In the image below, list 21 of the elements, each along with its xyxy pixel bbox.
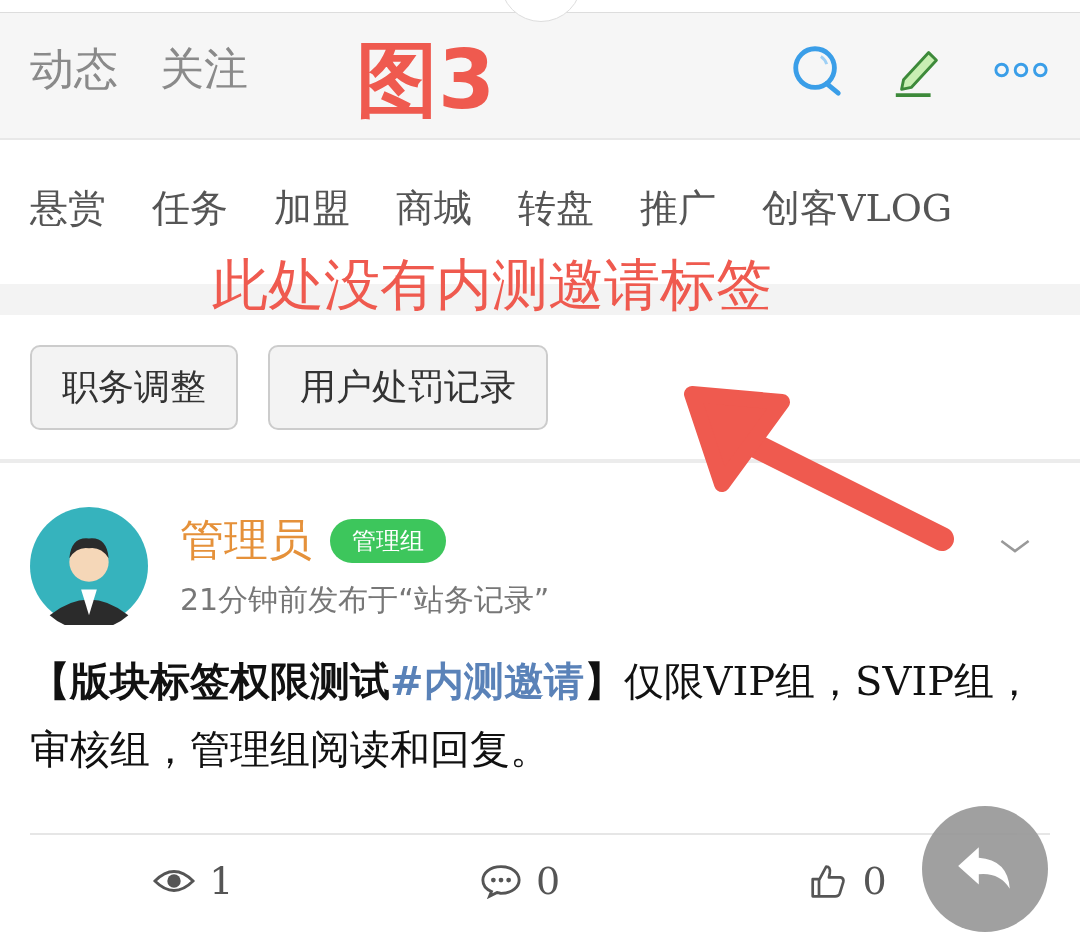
avatar-icon (30, 507, 148, 625)
stat-count: 0 (862, 859, 887, 903)
stat-count: 0 (535, 859, 561, 903)
action-button[interactable]: 职务调整 (30, 344, 238, 430)
annotation-note: 此处没有内测邀请标签 (212, 251, 772, 319)
category-tab[interactable]: 转盘 (518, 182, 594, 234)
topic-link[interactable]: #内测邀请 (390, 657, 584, 704)
post-text: 【版块标签权限测试#内测邀请】仅限VIP组，SVIP组，审核组，管理组阅读和回复。 (30, 656, 1036, 774)
post-meta: 21分钟前发布于“站务记录” (180, 581, 550, 619)
category-tab[interactable]: 悬赏 (30, 182, 106, 234)
category-tab[interactable]: 商城 (396, 182, 472, 234)
action-button[interactable]: 用户处罚记录 (268, 344, 548, 430)
comment-icon[interactable] (479, 863, 522, 899)
category-tab[interactable]: 任务 (152, 182, 228, 234)
category-tab[interactable]: 加盟 (274, 182, 350, 234)
stat-count: 1 (209, 859, 234, 903)
chevron-down-icon[interactable] (998, 537, 1032, 555)
category-tab[interactable]: 创客VLOG (762, 182, 953, 234)
category-tab[interactable]: 推广 (640, 182, 716, 234)
annotation-label: 图3 (356, 30, 496, 129)
group-badge: 管理组 (330, 518, 446, 563)
